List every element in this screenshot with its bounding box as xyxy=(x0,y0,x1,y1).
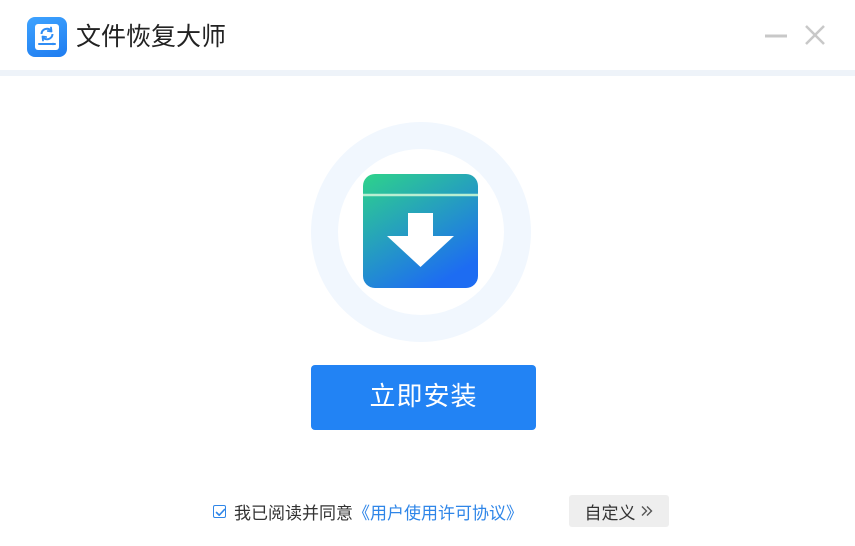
title-bar: 文件恢复大师 xyxy=(0,0,855,72)
custom-install-button[interactable]: 自定义 xyxy=(569,495,669,527)
app-title: 文件恢复大师 xyxy=(76,22,227,51)
close-icon xyxy=(805,25,825,45)
download-box-icon xyxy=(363,174,478,288)
close-button[interactable] xyxy=(797,18,833,54)
install-now-button[interactable]: 立即安装 xyxy=(311,365,536,430)
double-chevron-right-icon xyxy=(641,506,652,516)
checkmark-icon xyxy=(215,508,226,516)
minimize-icon xyxy=(765,34,787,38)
agreement-text: 我已阅读并同意 xyxy=(234,503,353,524)
hero-illustration xyxy=(311,122,531,342)
disk-recovery-icon xyxy=(27,17,67,57)
agreement-row: 我已阅读并同意 《用户使用许可协议》 xyxy=(213,498,523,524)
agree-checkbox[interactable] xyxy=(213,504,226,518)
minimize-button[interactable] xyxy=(757,18,793,54)
title-divider xyxy=(0,70,855,76)
custom-install-label: 自定义 xyxy=(584,503,636,524)
license-agreement-link[interactable]: 《用户使用许可协议》 xyxy=(353,499,523,524)
